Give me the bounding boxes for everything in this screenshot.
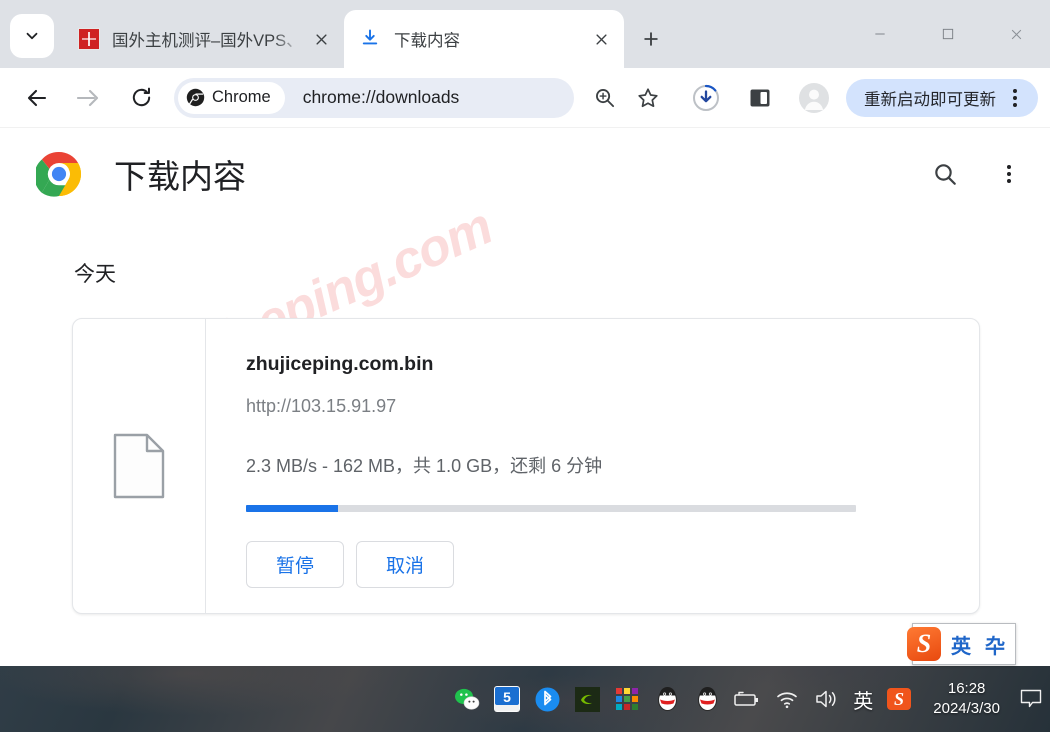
arrow-right-icon <box>77 86 101 110</box>
reload-icon <box>130 86 153 109</box>
chrome-identity-chip[interactable]: Chrome <box>178 82 285 114</box>
clock-date: 2024/3/30 <box>933 699 1000 719</box>
file-thumbnail <box>73 319 206 613</box>
minimize-icon <box>873 27 887 41</box>
window-controls <box>846 0 1050 68</box>
clock-time: 16:28 <box>933 679 1000 699</box>
tab-downloads[interactable]: 下载内容 <box>344 10 624 68</box>
download-status-text: 2.3 MB/s - 162 MB，共 1.0 GB，还剩 6 分钟 <box>246 452 949 478</box>
close-icon <box>1009 27 1024 42</box>
tab-strip: 国外主机测评–国外VPS、国外服务器 下载内容 <box>0 0 1050 68</box>
address-bar[interactable]: Chrome chrome://downloads <box>174 78 574 118</box>
zoom-in-button[interactable] <box>584 78 624 118</box>
chrome-mono-icon <box>186 88 205 107</box>
page-header-actions <box>928 157 1024 191</box>
battery-icon[interactable] <box>732 684 762 714</box>
download-icon <box>360 28 382 50</box>
svg-text:5: 5 <box>503 689 511 705</box>
download-item-card[interactable]: zhujiceping.com.bin http://103.15.91.97 … <box>72 318 980 614</box>
star-icon <box>636 86 660 110</box>
sogou-tray-icon[interactable]: S <box>884 684 914 714</box>
pause-button[interactable]: 暂停 <box>246 541 344 588</box>
maximize-button[interactable] <box>914 11 982 57</box>
day-section-label: 今天 <box>74 258 1050 288</box>
nvidia-icon[interactable] <box>572 684 602 714</box>
notification-icon <box>1020 689 1042 709</box>
thunder-icon[interactable]: 5 <box>492 684 522 714</box>
file-name[interactable]: zhujiceping.com.bin <box>246 353 949 376</box>
tab-site-review[interactable]: 国外主机测评–国外VPS、国外服务器 <box>62 10 344 68</box>
update-button[interactable]: 重新启动即可更新 <box>846 79 1038 117</box>
page-title: 下载内容 <box>114 150 246 198</box>
wifi-icon[interactable] <box>772 684 802 714</box>
bookmark-button[interactable] <box>628 78 668 118</box>
search-icon <box>932 161 958 187</box>
back-button[interactable] <box>18 79 56 117</box>
download-progress-icon <box>692 84 720 112</box>
volume-icon[interactable] <box>812 684 842 714</box>
ime-mode-label[interactable]: 英 <box>951 630 971 659</box>
generic-file-icon <box>113 433 165 499</box>
ime-glyph-label[interactable]: 卆 <box>985 630 1005 659</box>
taskbar-clock[interactable]: 16:28 2024/3/30 <box>933 679 1000 719</box>
sogou-logo-icon[interactable]: S <box>907 627 941 661</box>
downloads-menu-button[interactable] <box>990 157 1024 191</box>
source-url[interactable]: http://103.15.91.97 <box>246 396 949 417</box>
chevron-down-icon <box>23 27 41 45</box>
three-dot-menu-icon[interactable] <box>1000 83 1030 113</box>
plus-icon <box>641 29 661 49</box>
minimize-button[interactable] <box>846 11 914 57</box>
tab-close-button[interactable] <box>588 26 614 52</box>
windows-taskbar: 5 <box>0 666 1050 732</box>
side-panel-button[interactable] <box>740 78 780 118</box>
chrome-chip-label: Chrome <box>212 88 271 107</box>
downloads-button[interactable] <box>686 78 726 118</box>
browser-toolbar: Chrome chrome://downloads <box>0 68 1050 128</box>
qq-icon[interactable] <box>692 684 722 714</box>
close-window-button[interactable] <box>982 11 1050 57</box>
windows-squares-icon[interactable] <box>612 684 642 714</box>
downloads-page: zhujiceping.com 下载内容 <box>0 128 1050 666</box>
zoom-in-icon <box>593 86 616 109</box>
new-tab-button[interactable] <box>632 20 670 58</box>
close-icon <box>314 32 329 47</box>
url-text: chrome://downloads <box>303 87 568 108</box>
tab-search-button[interactable] <box>10 14 54 58</box>
system-tray: 5 <box>447 666 1050 732</box>
wechat-icon[interactable] <box>452 684 482 714</box>
reload-button[interactable] <box>122 79 160 117</box>
taskbar-ime-label[interactable]: 英 <box>853 685 873 714</box>
svg-text:S: S <box>894 689 904 709</box>
cancel-button[interactable]: 取消 <box>356 541 454 588</box>
arrow-left-icon <box>25 86 49 110</box>
tab-close-button[interactable] <box>308 26 334 52</box>
side-panel-icon <box>748 86 772 110</box>
download-action-buttons: 暂停 取消 <box>246 541 949 588</box>
update-button-label: 重新启动即可更新 <box>864 86 996 110</box>
bluetooth-icon[interactable] <box>532 684 562 714</box>
forward-button[interactable] <box>70 79 108 117</box>
downloads-page-header: 下载内容 <box>0 128 1050 198</box>
notification-center-button[interactable] <box>1012 666 1050 732</box>
download-progress-bar <box>246 505 856 512</box>
search-downloads-button[interactable] <box>928 157 962 191</box>
download-item-details: zhujiceping.com.bin http://103.15.91.97 … <box>206 319 979 613</box>
avatar-icon <box>799 83 829 113</box>
profile-button[interactable] <box>794 78 834 118</box>
tab-title: 国外主机测评–国外VPS、国外服务器 <box>112 27 302 51</box>
download-progress-fill <box>246 505 338 512</box>
red-seal-icon <box>78 28 100 50</box>
sogou-ime-floating-bar[interactable]: S 英 卆 <box>912 623 1016 665</box>
chrome-logo <box>36 151 82 197</box>
chrome-browser-window: 国外主机测评–国外VPS、国外服务器 下载内容 <box>0 0 1050 666</box>
tab-title: 下载内容 <box>394 27 582 51</box>
close-icon <box>594 32 609 47</box>
maximize-icon <box>941 27 955 41</box>
three-dot-menu-icon <box>994 159 1024 189</box>
qq-icon[interactable] <box>652 684 682 714</box>
